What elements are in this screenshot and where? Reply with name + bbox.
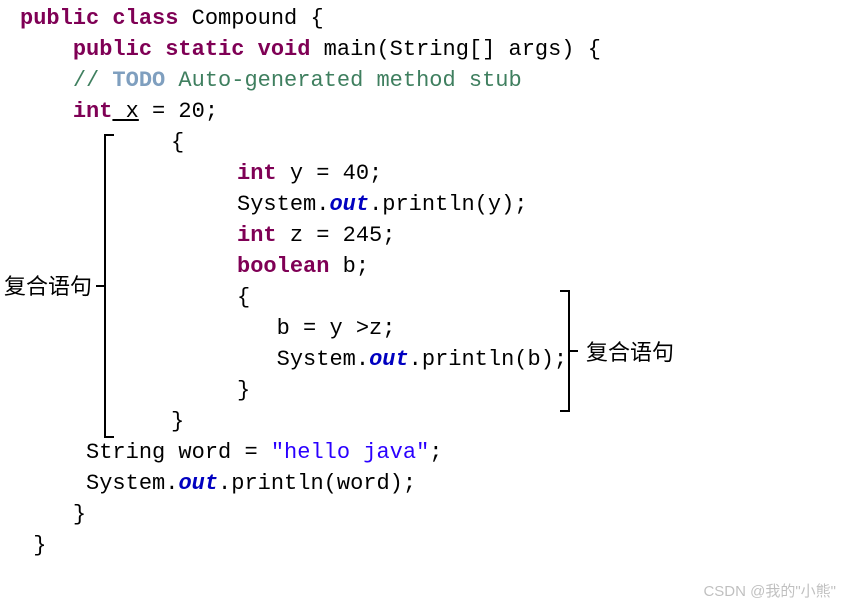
keyword-void: void — [258, 35, 311, 66]
out-field: out — [329, 190, 369, 221]
keyword-public: public — [73, 35, 152, 66]
code-line: { — [20, 128, 856, 159]
open-brace: { — [171, 128, 184, 159]
code-block: public class Compound { public static vo… — [0, 4, 856, 562]
code-line: int x = 20; — [20, 97, 856, 128]
keyword-int: int — [237, 221, 277, 252]
keyword-class: class — [112, 4, 178, 35]
code-line: { — [20, 283, 856, 314]
watermark: CSDN @我的"小熊" — [703, 581, 836, 602]
code-line: boolean b; — [20, 252, 856, 283]
annotation-right: 复合语句 — [586, 338, 674, 369]
comment-text: Auto-generated method stub — [165, 66, 521, 97]
code-line: // TODO Auto-generated method stub — [20, 66, 856, 97]
comment-slash: // — [73, 66, 113, 97]
annotation-left: 复合语句 — [4, 272, 92, 303]
close-brace: } — [171, 407, 184, 438]
system-class: System. — [86, 469, 178, 500]
method-signature: main(String[] args) { — [310, 35, 600, 66]
close-brace: } — [33, 531, 46, 562]
close-brace: } — [237, 376, 250, 407]
bracket-tick-icon — [570, 350, 578, 352]
keyword-static: static — [165, 35, 244, 66]
out-field: out — [369, 345, 409, 376]
bracket-left-icon — [104, 134, 114, 438]
code-line: } — [20, 376, 856, 407]
code-line: int z = 245; — [20, 221, 856, 252]
system-class: System. — [277, 345, 369, 376]
keyword-public: public — [20, 4, 99, 35]
code-line: } — [20, 407, 856, 438]
code-line: public static void main(String[] args) { — [20, 35, 856, 66]
variable-x: x — [112, 97, 138, 128]
code-line: System.out.println(b); — [20, 345, 856, 376]
code-line: String word = "hello java"; — [20, 438, 856, 469]
code-line: b = y >z; — [20, 314, 856, 345]
keyword-boolean: boolean — [237, 252, 329, 283]
keyword-int: int — [73, 97, 113, 128]
code-line: } — [20, 500, 856, 531]
code-line: System.out.println(y); — [20, 190, 856, 221]
keyword-int: int — [237, 159, 277, 190]
string-decl: String word = — [86, 438, 271, 469]
close-brace: } — [73, 500, 86, 531]
code-line: int y = 40; — [20, 159, 856, 190]
bracket-tick-icon — [96, 285, 104, 287]
open-brace: { — [237, 283, 250, 314]
string-literal: "hello java" — [271, 438, 429, 469]
bracket-right-icon — [560, 290, 570, 412]
code-line: System.out.println(word); — [20, 469, 856, 500]
system-class: System. — [237, 190, 329, 221]
out-field: out — [178, 469, 218, 500]
todo-tag: TODO — [112, 66, 165, 97]
code-line: public class Compound { — [20, 4, 856, 35]
class-name: Compound { — [178, 4, 323, 35]
code-line: } — [20, 531, 856, 562]
